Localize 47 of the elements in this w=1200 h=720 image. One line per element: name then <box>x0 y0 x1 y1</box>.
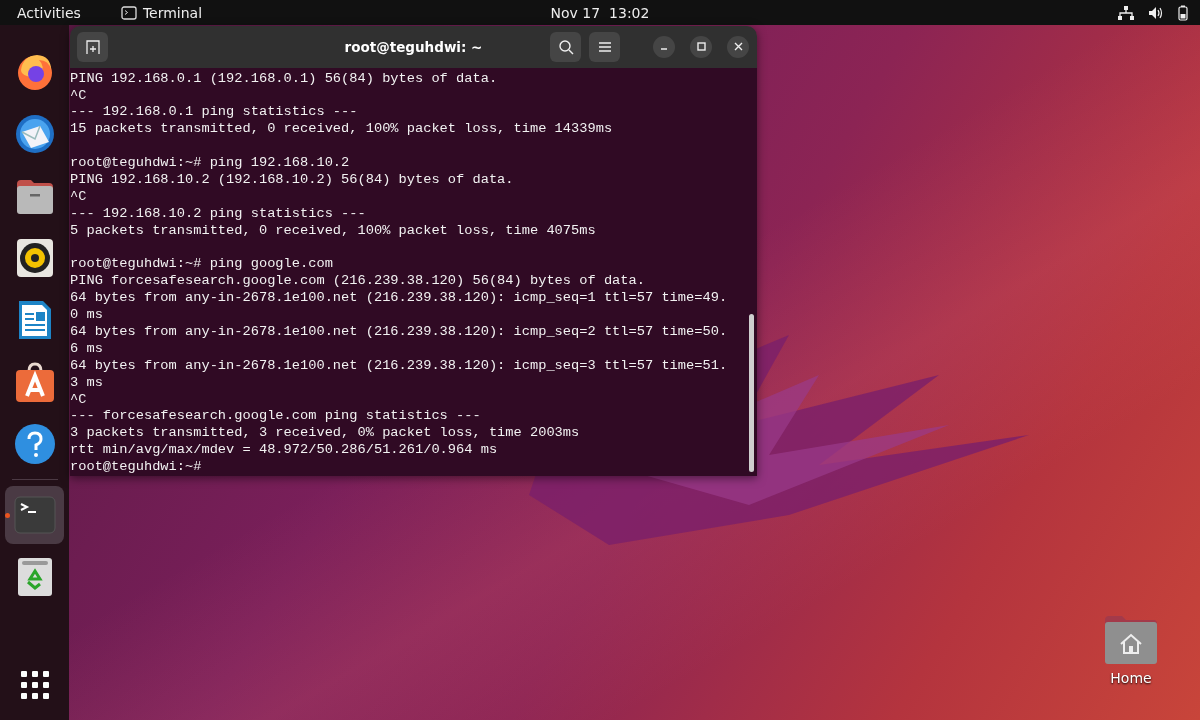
minimize-button[interactable] <box>653 35 675 58</box>
close-button[interactable] <box>727 35 749 58</box>
clock[interactable]: Nov 17 13:02 <box>520 4 680 21</box>
desktop-icon-label: Home <box>1110 670 1152 686</box>
terminal-line: root@teguhdwi:~# <box>70 459 203 476</box>
terminal-line: 5 packets transmitted, 0 received, 100% packet loss, time 4075ms <box>70 222 597 240</box>
terminal-line: 64 bytes from any-in-2678.1e100.net (216.239.38.120): icmp_seq=3 ttl=57 time=51. <box>70 357 729 375</box>
terminal-line: PING 192.168.10.2 (192.168.10.2) 56(84) bytes of data. <box>70 171 515 189</box>
terminal-icon <box>120 5 137 20</box>
menu-button[interactable] <box>589 31 620 62</box>
battery-icon[interactable] <box>1178 4 1188 21</box>
terminal-icon <box>12 493 57 537</box>
new-tab-icon <box>84 38 101 55</box>
terminal-line: --- forcesafesearch.google.com ping statistics --- <box>70 408 482 426</box>
app-grid-icon[interactable] <box>19 670 50 700</box>
terminal-line: 3 packets transmitted, 3 received, 0% packet loss, time 2003ms <box>70 425 581 443</box>
terminal-line: ^C <box>70 87 88 105</box>
window-title: root@teguhdwi: ~ <box>343 38 484 55</box>
terminal-line: rtt min/avg/max/mdev = 48.972/50.286/51.261/0.964 ms <box>70 442 499 460</box>
scrollbar[interactable] <box>749 313 754 472</box>
help-icon <box>12 422 57 466</box>
close-icon <box>733 42 743 52</box>
search-button[interactable] <box>550 31 581 62</box>
new-tab-button[interactable] <box>77 31 108 62</box>
home-folder-icon[interactable] <box>1104 614 1158 664</box>
app-menu[interactable]: Terminal <box>142 4 203 21</box>
terminal-line: PING forcesafesearch.google.com (216.239.38.120) 56(84) bytes of data. <box>70 273 646 291</box>
terminal-line: 15 packets transmitted, 0 received, 100% packet loss, time 14339ms <box>70 121 614 139</box>
activities-button[interactable]: Activities <box>0 4 98 21</box>
terminal-line: 6 ms <box>70 340 104 358</box>
network-icon[interactable] <box>1118 5 1134 20</box>
terminal-line: ^C <box>70 188 88 206</box>
terminal-line: --- 192.168.10.2 ping statistics --- <box>70 205 367 223</box>
terminal-line: 3 ms <box>70 374 104 392</box>
terminal-line: 64 bytes from any-in-2678.1e100.net (216.239.38.120): icmp_seq=1 ttl=57 time=49. <box>70 290 729 308</box>
terminal-line: PING 192.168.0.1 (192.168.0.1) 56(84) bytes of data. <box>70 70 499 88</box>
terminal-line: root@teguhdwi:~# ping google.com <box>70 256 334 274</box>
terminal-line: 0 ms <box>70 307 104 324</box>
terminal-line: ^C <box>70 391 88 409</box>
maximize-button[interactable] <box>690 35 712 58</box>
search-icon <box>557 38 574 55</box>
terminal-line: --- 192.168.0.1 ping statistics --- <box>70 104 359 122</box>
menu-icon <box>597 40 612 53</box>
terminal-line: 64 bytes from any-in-2678.1e100.net (216.239.38.120): icmp_seq=2 ttl=57 time=50. <box>70 324 729 341</box>
terminal-line: root@teguhdwi:~# ping 192.168.10.2 <box>70 155 351 172</box>
volume-icon[interactable] <box>1148 5 1164 20</box>
maximize-icon <box>696 42 706 52</box>
